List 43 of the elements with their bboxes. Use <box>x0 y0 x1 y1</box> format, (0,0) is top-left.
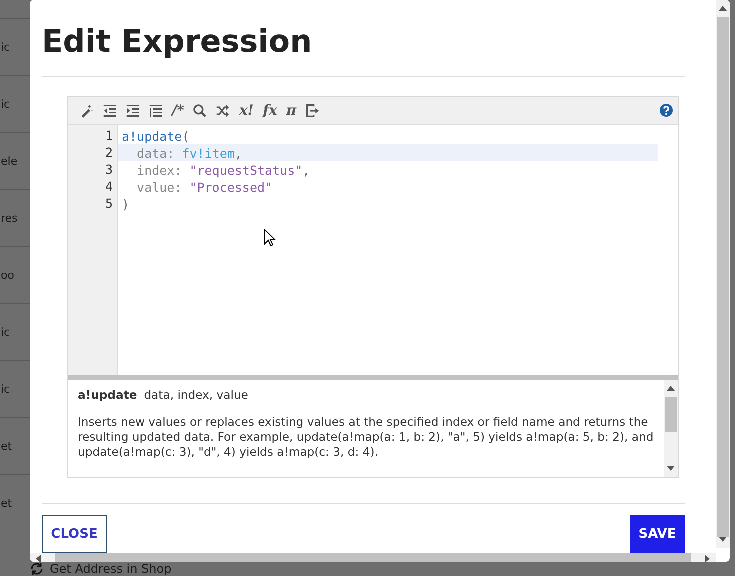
toolbar-button[interactable]: x! <box>239 102 254 118</box>
list-icon[interactable] <box>149 104 163 118</box>
code-line: ) <box>122 197 130 212</box>
dialog-title: Edit Expression <box>42 23 314 62</box>
code-line: a!update( <box>122 129 190 144</box>
toolbar-button[interactable]: π <box>286 102 297 118</box>
exit-icon[interactable] <box>306 104 320 118</box>
search-icon[interactable] <box>193 104 208 118</box>
line-number: 1 <box>104 127 114 144</box>
close-button[interactable]: CLOSE <box>42 515 107 553</box>
line-number: 3 <box>104 161 114 178</box>
list-item-text: ic <box>1 98 10 110</box>
list-item-text: et <box>1 496 12 510</box>
wand-icon[interactable] <box>80 104 94 118</box>
list-item-text: res <box>1 212 18 224</box>
line-number: 5 <box>104 195 114 212</box>
horizontal-scrollbar[interactable] <box>30 553 716 562</box>
toolbar-button[interactable]: fx <box>262 102 278 118</box>
function-name: a!update <box>78 388 138 402</box>
function-description: Inserts new values or replaces existing values at the specified index or field name and returns the resulting updated data. For example, update(a!map(a: 1, b: 2), "a", 5) yields a!map(a: 5, b: 2), and update(a!map(c: 3), "d", 4) yields a!map(c: 3, d: 4). <box>78 415 655 460</box>
list-item-text: ic <box>1 326 10 338</box>
list-item-text: ic <box>1 40 10 54</box>
list-item-text: oo <box>1 268 14 282</box>
mouse-pointer-icon <box>264 229 276 247</box>
shuffle-icon[interactable] <box>216 104 230 118</box>
toolbar-button[interactable]: /* <box>172 102 184 118</box>
line-number: 4 <box>104 178 114 195</box>
list-item-text: ic <box>1 382 10 396</box>
outdent-icon[interactable] <box>103 104 117 118</box>
vertical-scrollbar[interactable] <box>716 0 730 548</box>
list-item-text: et <box>1 440 12 452</box>
list-item-text: ele <box>1 154 18 168</box>
indent-icon[interactable] <box>126 104 140 118</box>
line-number: 2 <box>104 144 114 161</box>
help-icon[interactable] <box>660 104 673 117</box>
code-line: value: "Processed" <box>136 180 273 195</box>
function-parameters: data, index, value <box>144 388 248 402</box>
list-item: Get Address in Shop <box>50 562 172 576</box>
code-line: index: "requestStatus", <box>136 163 310 178</box>
scrollbar[interactable] <box>664 380 678 477</box>
refresh-icon <box>30 562 44 576</box>
save-button[interactable]: SAVE <box>630 515 685 553</box>
code-line: data: fv!item, <box>136 146 242 161</box>
